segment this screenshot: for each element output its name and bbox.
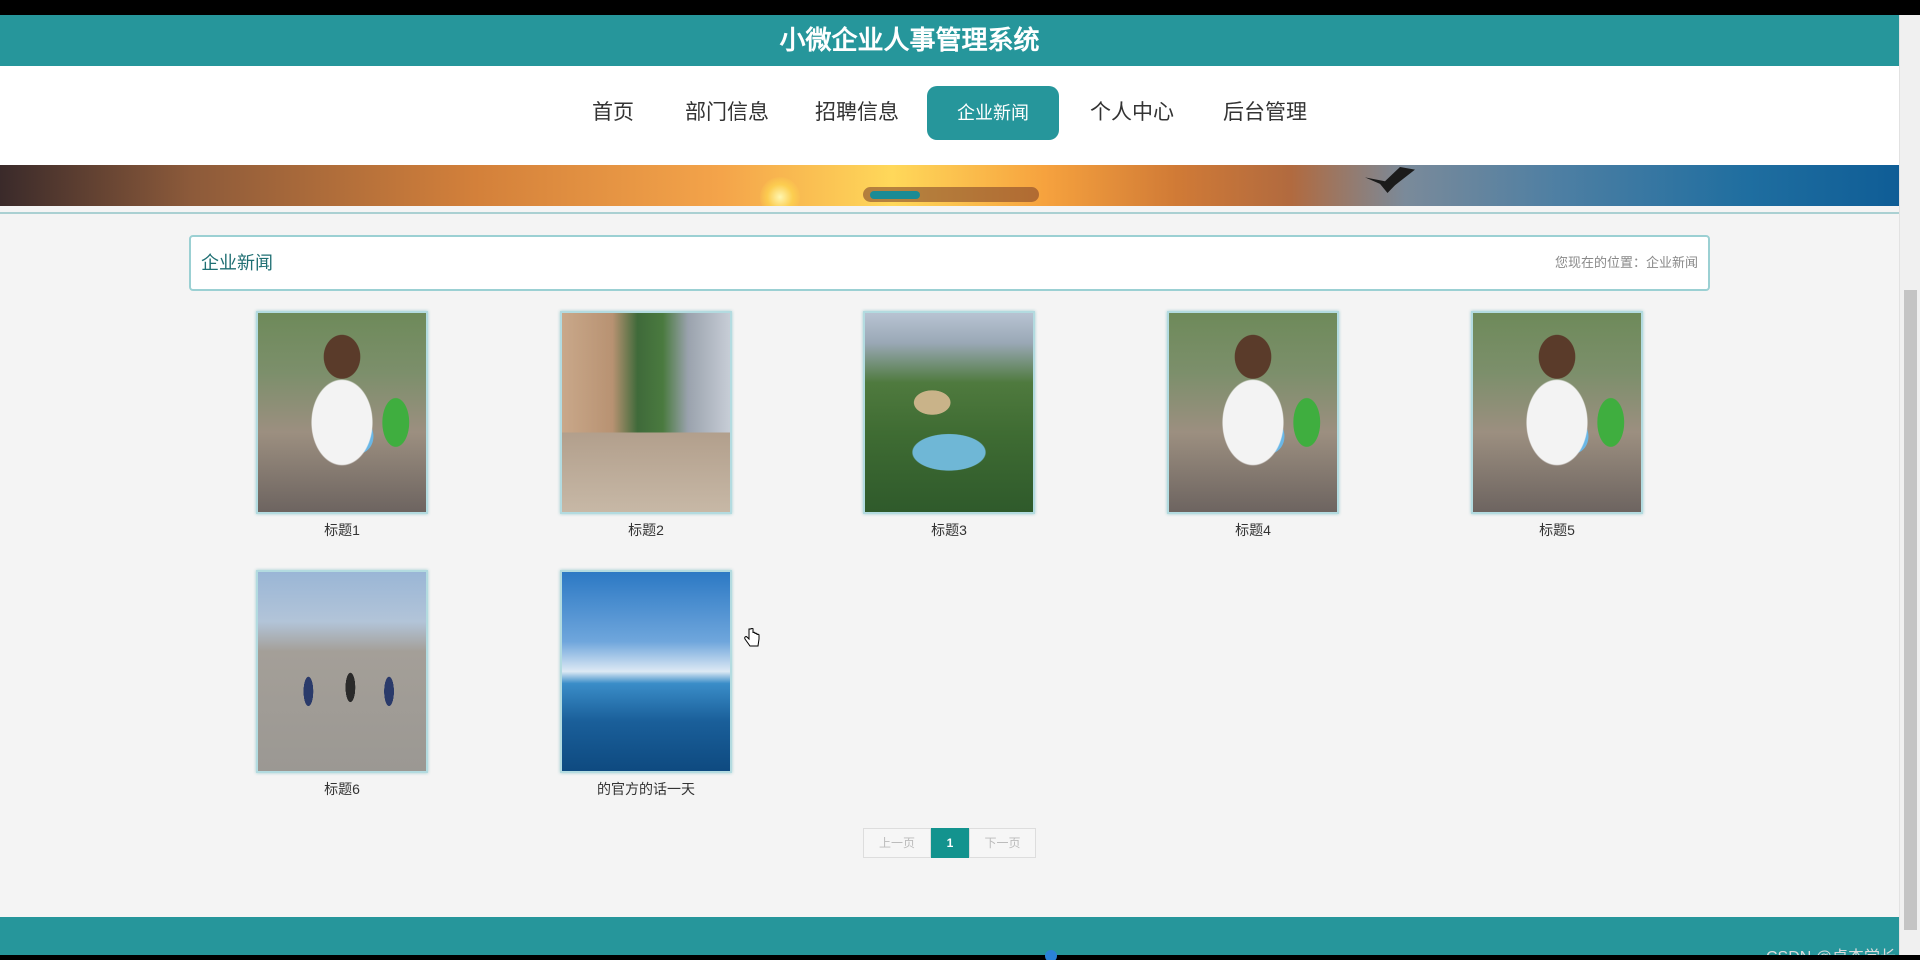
breadcrumb: 您现在的位置：企业新闻 <box>1554 255 1698 270</box>
news-card[interactable]: 标题2 <box>560 311 732 540</box>
news-caption[interactable]: 标题6 <box>256 779 428 799</box>
news-thumbnail[interactable] <box>560 570 732 773</box>
banner-carousel-active-dot[interactable] <box>870 191 920 199</box>
divider <box>0 212 1899 214</box>
section-title: 企业新闻 <box>201 253 273 273</box>
nav-item-admin[interactable]: 后台管理 <box>1217 86 1313 140</box>
news-card[interactable]: 标题6 <box>256 570 428 799</box>
news-card[interactable]: 标题5 <box>1471 311 1643 540</box>
news-thumbnail[interactable] <box>1167 311 1339 514</box>
banner-bird <box>1365 167 1415 193</box>
main-nav: 首页 部门信息 招聘信息 企业新闻 个人中心 后台管理 <box>0 66 1899 166</box>
news-card[interactable]: 标题3 <box>863 311 1035 540</box>
vertical-scrollbar[interactable] <box>1899 15 1920 955</box>
news-caption[interactable]: 的官方的话一天 <box>560 779 732 799</box>
site-header: 小微企业人事管理系统 <box>0 15 1899 66</box>
news-thumbnail[interactable] <box>560 311 732 514</box>
nav-item-recruitment[interactable]: 招聘信息 <box>809 86 905 140</box>
nav-item-home[interactable]: 首页 <box>583 86 643 140</box>
banner-sun <box>760 177 800 206</box>
news-thumbnail[interactable] <box>863 311 1035 514</box>
watermark-text: CSDN @卓杰学长 <box>1766 943 1896 955</box>
pagination-prev-button[interactable]: 上一页 <box>863 828 931 858</box>
browser-viewport: 小微企业人事管理系统 首页 部门信息 招聘信息 企业新闻 个人中心 后台管理 企… <box>0 15 1920 955</box>
nav-item-news[interactable]: 企业新闻 <box>927 86 1059 140</box>
news-caption[interactable]: 标题3 <box>863 520 1035 540</box>
nav-item-departments[interactable]: 部门信息 <box>679 86 775 140</box>
news-caption[interactable]: 标题2 <box>560 520 732 540</box>
news-card[interactable]: 标题1 <box>256 311 428 540</box>
site-title: 小微企业人事管理系统 <box>779 25 1040 55</box>
news-caption[interactable]: 标题5 <box>1471 520 1643 540</box>
taskbar-dot <box>1045 950 1057 960</box>
section-header: 企业新闻 您现在的位置：企业新闻 <box>189 235 1710 291</box>
news-thumbnail[interactable] <box>1471 311 1643 514</box>
news-caption[interactable]: 标题4 <box>1167 520 1339 540</box>
news-thumbnail[interactable] <box>256 570 428 773</box>
scrollbar-thumb[interactable] <box>1904 290 1917 930</box>
pagination-next-button[interactable]: 下一页 <box>969 828 1036 858</box>
site-footer <box>0 917 1899 955</box>
news-card[interactable]: 的官方的话一天 <box>560 570 732 799</box>
news-thumbnail[interactable] <box>256 311 428 514</box>
pagination-page-1[interactable]: 1 <box>931 828 969 858</box>
news-card[interactable]: 标题4 <box>1167 311 1339 540</box>
news-caption[interactable]: 标题1 <box>256 520 428 540</box>
nav-item-profile[interactable]: 个人中心 <box>1084 86 1180 140</box>
hand-cursor-icon <box>744 628 760 647</box>
